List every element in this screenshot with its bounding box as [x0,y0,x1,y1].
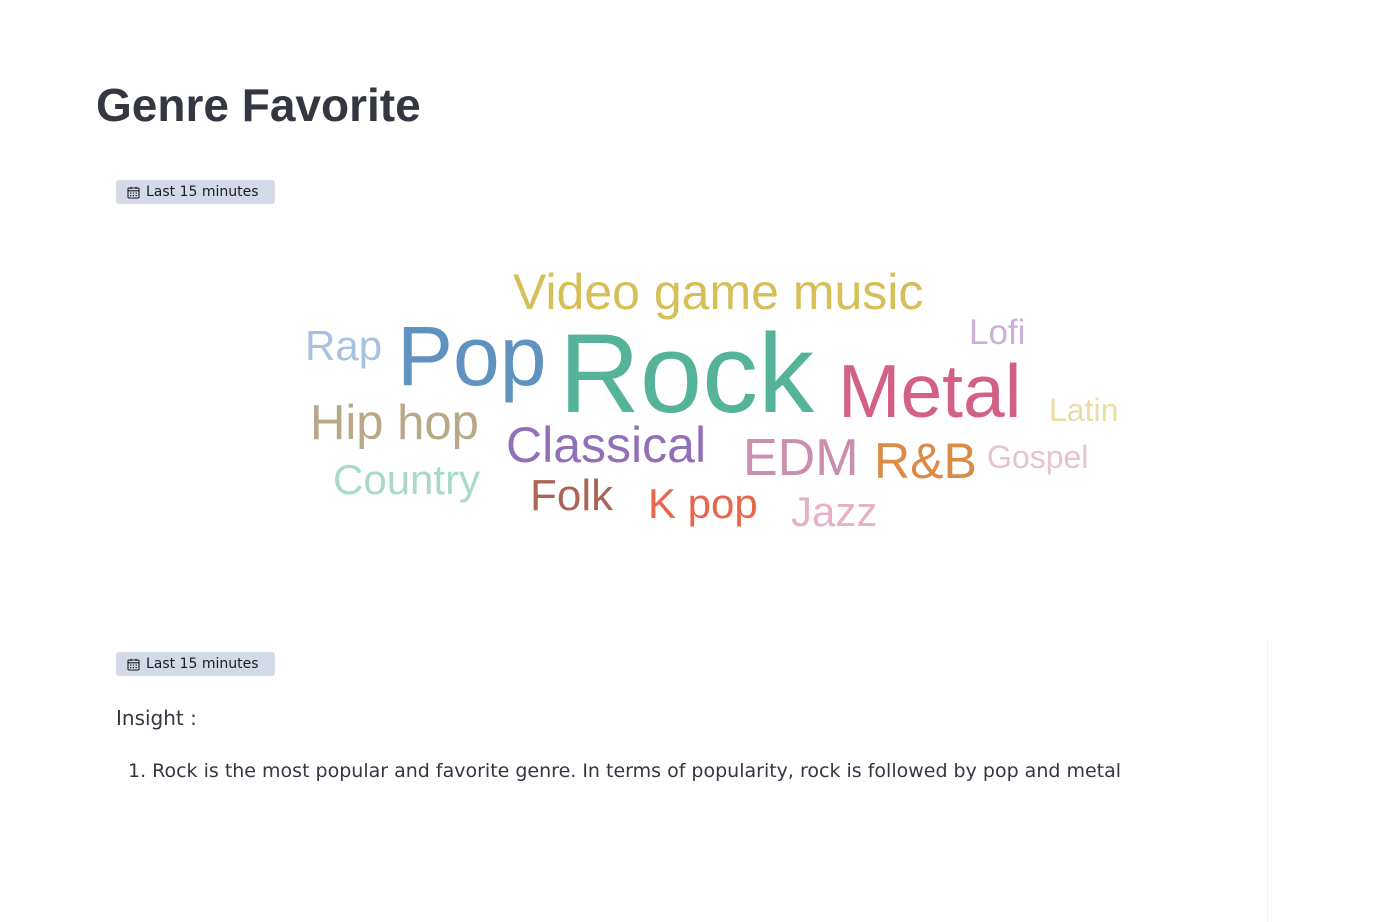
calendar-icon [127,186,140,199]
list-item: 1. Rock is the most popular and favorite… [116,760,1121,782]
word-k-pop[interactable]: K pop [648,483,758,525]
word-rock[interactable]: Rock [559,318,814,430]
word-video-game-music[interactable]: Video game music [513,267,923,317]
time-range-badge[interactable]: Last 15 minutes [116,180,275,204]
word-rap[interactable]: Rap [305,325,382,367]
word-lofi[interactable]: Lofi [969,315,1025,350]
word-pop[interactable]: Pop [397,314,546,398]
word-gospel[interactable]: Gospel [987,441,1088,473]
list-item-number: 1. [128,760,147,782]
insight-heading: Insight : [116,706,197,730]
time-range-badge[interactable]: Last 15 minutes [116,652,275,676]
time-range-label: Last 15 minutes [146,184,259,200]
time-range-label: Last 15 minutes [146,656,259,672]
page-title: Genre Favorite [96,79,421,131]
word-country[interactable]: Country [333,459,480,501]
word-folk[interactable]: Folk [530,474,613,518]
word-r-and-b[interactable]: R&B [874,436,977,486]
calendar-icon [127,658,140,671]
word-classical[interactable]: Classical [506,420,706,470]
word-hip-hop[interactable]: Hip hop [310,399,479,448]
word-jazz[interactable]: Jazz [791,491,877,533]
word-metal[interactable]: Metal [838,354,1021,429]
list-item-text: Rock is the most popular and favorite ge… [152,760,1122,782]
insight-list: 1. Rock is the most popular and favorite… [116,760,1121,782]
word-latin[interactable]: Latin [1049,394,1118,426]
word-edm[interactable]: EDM [743,432,859,484]
